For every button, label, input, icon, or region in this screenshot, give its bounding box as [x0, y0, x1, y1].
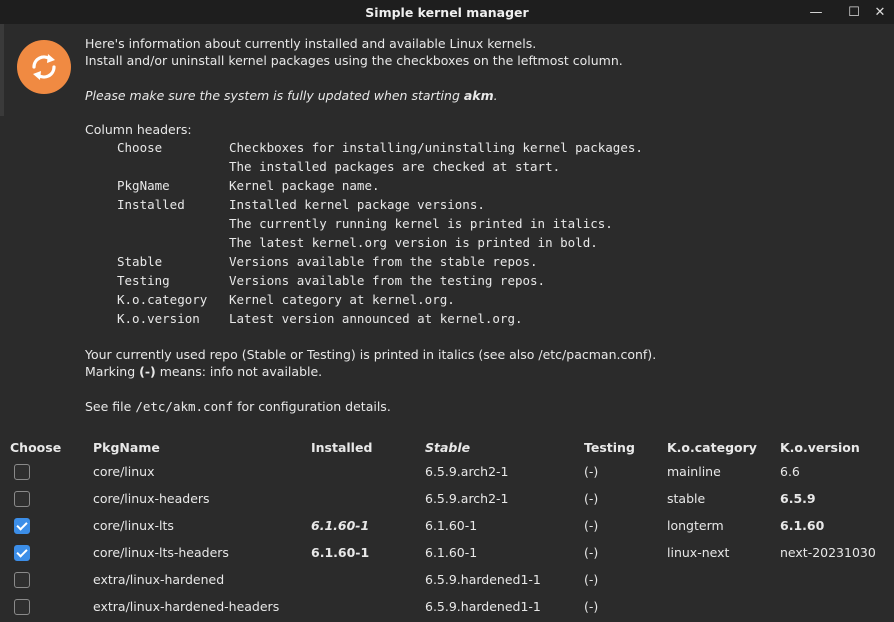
stable-cell: 6.1.60-1 — [425, 545, 478, 560]
col-ko-category[interactable]: K.o.category — [667, 440, 757, 455]
stable-cell: 6.1.60-1 — [425, 518, 478, 533]
table-row: core/linux 6.5.9.arch2-1 (-) mainline 6.6 — [0, 460, 894, 487]
close-button[interactable]: ✕ — [866, 0, 894, 24]
choose-checkbox[interactable] — [14, 545, 30, 561]
col-stable[interactable]: Stable — [425, 440, 470, 455]
refresh-icon — [17, 40, 71, 94]
legend-key: Testing — [117, 273, 170, 288]
pkg-name-cell: core/linux — [93, 464, 155, 479]
ko-category-cell: mainline — [667, 464, 721, 479]
pkg-name-cell: core/linux-headers — [93, 491, 210, 506]
legend-description: Checkboxes for installing/uninstalling k… — [229, 140, 643, 155]
legend-description: The currently running kernel is printed … — [229, 216, 613, 231]
choose-checkbox[interactable] — [14, 572, 30, 588]
col-testing[interactable]: Testing — [584, 440, 635, 455]
ko-version-cell: 6.1.60 — [780, 518, 825, 533]
title-bar: Simple kernel manager — [0, 0, 894, 24]
col-pkgname[interactable]: PkgName — [93, 440, 160, 455]
stable-cell: 6.5.9.hardened1-1 — [425, 599, 541, 614]
stable-cell: 6.5.9.hardened1-1 — [425, 572, 541, 587]
testing-cell: (-) — [584, 545, 599, 560]
ko-version-cell: next-20231030 — [780, 545, 876, 560]
legend-description: Latest version announced at kernel.org. — [229, 311, 523, 326]
legend-key: K.o.version — [117, 311, 200, 326]
ko-version-cell: 6.6 — [780, 464, 800, 479]
legend-description: Versions available from the stable repos… — [229, 254, 538, 269]
legend-key: Choose — [117, 140, 163, 155]
window-title: Simple kernel manager — [365, 4, 529, 20]
repo-note: Your currently used repo (Stable or Test… — [85, 347, 657, 362]
pkg-name-cell: core/linux-lts — [93, 518, 174, 533]
testing-cell: (-) — [584, 599, 599, 614]
testing-cell: (-) — [584, 518, 599, 533]
stable-cell: 6.5.9.arch2-1 — [425, 491, 509, 506]
legend-description: Kernel package name. — [229, 178, 380, 193]
pkg-name-cell: core/linux-lts-headers — [93, 545, 229, 560]
ko-category-cell: linux-next — [667, 545, 730, 560]
choose-checkbox[interactable] — [14, 491, 30, 507]
table-row: extra/linux-hardened 6.5.9.hardened1-1 (-) — [0, 568, 894, 595]
col-choose[interactable]: Choose — [10, 440, 61, 455]
ko-version-cell: 6.5.9 — [780, 491, 816, 506]
legend-description: The installed packages are checked at st… — [229, 159, 561, 174]
table-row: core/linux-lts 6.1.60-1 6.1.60-1 (-) longter… — [0, 514, 894, 541]
config-note: See file /etc/akm.conf for configuration… — [85, 399, 391, 414]
legend-key: K.o.category — [117, 292, 208, 307]
installed-cell: 6.1.60-1 — [311, 545, 370, 560]
minimize-button[interactable]: — — [802, 0, 830, 24]
side-strip — [0, 24, 4, 116]
info-line-2: Install and/or uninstall kernel packages… — [85, 53, 623, 68]
ko-category-cell: stable — [667, 491, 706, 506]
pkg-name-cell: extra/linux-hardened-headers — [93, 599, 280, 614]
table-row: core/linux-headers 6.5.9.arch2-1 (-) stable… — [0, 487, 894, 514]
maximize-button[interactable]: ☐ — [840, 0, 868, 24]
update-note: Please make sure the system is fully upd… — [85, 88, 498, 103]
legend-description: Kernel category at kernel.org. — [229, 292, 455, 307]
info-line-1: Here's information about currently insta… — [85, 36, 537, 51]
legend-description: Versions available from the testing repo… — [229, 273, 546, 288]
testing-cell: (-) — [584, 464, 599, 479]
stable-cell: 6.5.9.arch2-1 — [425, 464, 509, 479]
col-ko-version[interactable]: K.o.version — [780, 440, 860, 455]
choose-checkbox[interactable] — [14, 464, 30, 480]
table-header: Choose PkgName Installed Stable Testing … — [0, 440, 894, 458]
choose-checkbox[interactable] — [14, 518, 30, 534]
col-installed[interactable]: Installed — [311, 440, 372, 455]
testing-cell: (-) — [584, 491, 599, 506]
table-row: extra/linux-hardened-headers 6.5.9.harden… — [0, 595, 894, 622]
installed-cell: 6.1.60-1 — [311, 518, 370, 533]
legend-key: Installed — [117, 197, 185, 212]
marking-note: Marking (-) means: info not available. — [85, 364, 323, 379]
pkg-name-cell: extra/linux-hardened — [93, 572, 225, 587]
legend-key: Stable — [117, 254, 163, 269]
testing-cell: (-) — [584, 572, 599, 587]
column-headers-title: Column headers: — [85, 122, 192, 137]
choose-checkbox[interactable] — [14, 599, 30, 615]
legend-key: PkgName — [117, 178, 170, 193]
table-row: core/linux-lts-headers 6.1.60-1 6.1.60-1 (-… — [0, 541, 894, 568]
ko-category-cell: longterm — [667, 518, 724, 533]
legend-description: The latest kernel.org version is printed… — [229, 235, 598, 250]
legend-description: Installed kernel package versions. — [229, 197, 485, 212]
